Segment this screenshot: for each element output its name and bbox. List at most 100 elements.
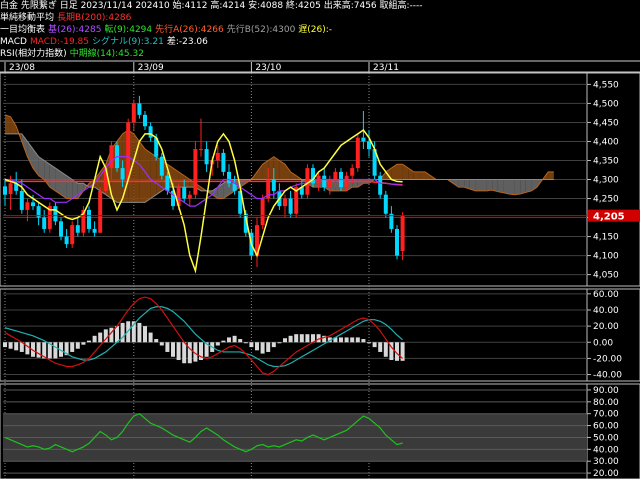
macd-histogram-bar <box>294 334 299 343</box>
kumo-segment <box>285 164 291 180</box>
macd-histogram-bar <box>283 338 287 343</box>
candle-body <box>25 202 30 210</box>
candle-body <box>70 225 75 245</box>
macd-histogram-bar <box>182 342 187 364</box>
candle-body <box>8 183 13 194</box>
macd-histogram-bar <box>148 332 153 343</box>
macd-tick-label: 60.00 <box>593 290 619 300</box>
candle-body <box>260 198 265 226</box>
macd-histogram-bar <box>215 342 220 346</box>
macd-histogram-bar <box>70 342 75 352</box>
candle-body <box>148 126 153 138</box>
kumo-segment <box>5 114 11 134</box>
macd-histogram-bar <box>81 342 86 345</box>
macd-tick-label: -40.00 <box>593 371 622 381</box>
kumo-segment <box>352 179 358 188</box>
candle-body <box>271 179 276 191</box>
candle-body <box>42 217 47 229</box>
kumo-segment <box>525 179 532 193</box>
macd-histogram-bar <box>154 339 159 343</box>
macd-histogram-bar <box>165 342 170 352</box>
kumo-segment <box>397 164 403 180</box>
candle-body <box>182 187 187 199</box>
candle-body <box>400 215 405 252</box>
kumo-segment <box>548 171 554 180</box>
candle-body <box>98 190 103 233</box>
macd-histogram-bar <box>260 342 265 354</box>
candle-body <box>193 149 198 195</box>
macd-histogram-bar <box>305 334 310 343</box>
macd-histogram-bar <box>176 342 181 361</box>
candle-body <box>31 202 35 207</box>
kumo-segment <box>509 179 515 195</box>
candle-body <box>288 198 293 214</box>
candle-body <box>383 194 388 214</box>
rsi-tick-label: 70.00 <box>593 410 619 420</box>
date-tick-label: 23/09 <box>138 63 164 73</box>
candle-body <box>165 175 170 191</box>
rsi-tick-label: 20.00 <box>593 469 619 479</box>
macd-histogram-bar <box>143 326 147 343</box>
candle-body <box>361 137 366 142</box>
macd-histogram-bar <box>53 342 58 359</box>
kumo-segment <box>481 179 487 191</box>
candle-body <box>92 228 97 233</box>
macd-histogram-bar <box>25 342 30 355</box>
price-tick-label: 4,350 <box>593 156 619 166</box>
chart-canvas[interactable]: 23/0823/0923/1023/114,0504,1004,1504,200… <box>0 0 640 479</box>
candle-body <box>333 171 338 180</box>
macd-histogram-bar <box>277 342 282 344</box>
candle-body <box>322 175 327 188</box>
price-tick-label: 4,250 <box>593 195 619 205</box>
candle-body <box>59 221 63 237</box>
macd-histogram-bar <box>14 342 19 351</box>
candle-body <box>131 103 136 123</box>
kumo-segment <box>475 179 481 191</box>
candle-body <box>204 149 209 165</box>
kumo-segment <box>520 179 526 194</box>
macd-histogram-bar <box>378 342 383 352</box>
macd-histogram-bar <box>87 340 91 343</box>
candle-body <box>344 175 349 188</box>
candle-body <box>199 149 203 151</box>
kumo-segment <box>503 179 509 194</box>
candle-body <box>215 152 220 161</box>
macd-histogram-bar <box>98 332 103 343</box>
macd-tick-label: -20.00 <box>593 354 622 364</box>
macd-histogram-bar <box>249 342 254 348</box>
macd-histogram-bar <box>350 337 355 343</box>
macd-histogram-bar <box>243 342 248 344</box>
kumo-segment <box>413 171 420 180</box>
macd-histogram-bar <box>159 342 164 346</box>
date-tick-label: 23/08 <box>9 63 35 73</box>
candle-body <box>187 194 192 199</box>
candle-body <box>283 198 287 207</box>
macd-histogram-bar <box>367 342 371 344</box>
candle-body <box>159 156 164 176</box>
price-tick-label: 4,400 <box>593 137 619 147</box>
last-price-label: 4,205 <box>593 212 625 223</box>
macd-histogram-bar <box>372 342 377 348</box>
kumo-segment <box>139 141 145 203</box>
candle-body <box>120 168 125 180</box>
macd-histogram-bar <box>75 342 80 349</box>
candle-body <box>3 186 7 195</box>
macd-histogram-bar <box>187 342 192 364</box>
candle-body <box>137 103 142 115</box>
kumo-segment <box>257 164 263 180</box>
kumo-segment <box>419 171 425 180</box>
macd-histogram-bar <box>221 340 226 343</box>
macd-histogram-bar <box>344 337 349 343</box>
kumo-segment <box>497 179 504 193</box>
candle-body <box>378 175 383 195</box>
price-tick-label: 4,550 <box>593 80 619 90</box>
candle-body <box>126 122 131 180</box>
macd-tick-label: 20.00 <box>593 322 619 332</box>
macd-histogram-bar <box>339 337 343 343</box>
rsi-tick-label: 90.00 <box>593 386 619 396</box>
macd-histogram-bar <box>227 337 231 343</box>
macd-histogram-bar <box>3 342 7 348</box>
kumo-segment <box>61 171 67 199</box>
candle-body <box>227 171 231 184</box>
candle-body <box>305 168 310 195</box>
